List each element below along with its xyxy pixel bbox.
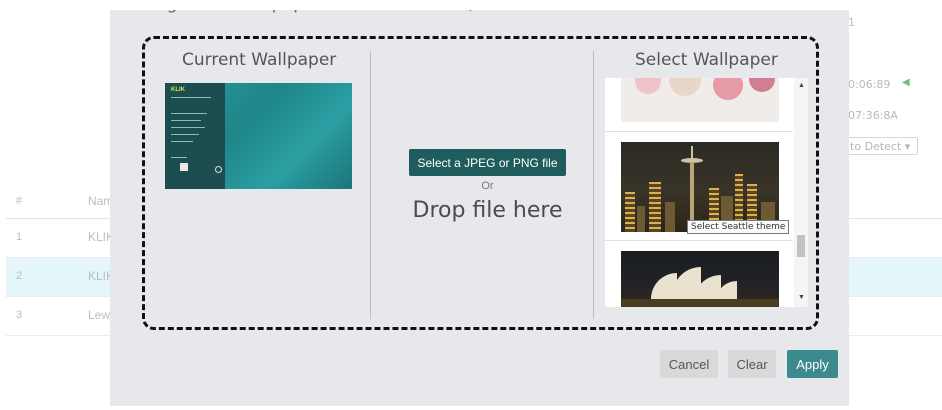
row-name: Lew [88,308,111,322]
column-divider [593,51,594,319]
sydney-thumbnail[interactable] [621,251,779,307]
preview-logo-dot [215,166,222,173]
wallpaper-dialog: Change KLIK wallpaper on KLIK Boks 1A) C… [110,0,849,406]
background-time: 07:36:8A [848,109,898,122]
wallpaper-list[interactable]: Select Seattle theme ▲ ▼ [605,78,808,307]
apply-button[interactable]: Apply [787,350,838,378]
wallpaper-option-flowers[interactable] [605,78,793,132]
column-divider [370,51,371,319]
preview-logo: KLIK [171,87,185,93]
select-file-button[interactable]: Select a JPEG or PNG file [409,149,566,176]
current-wallpaper-preview: KLIK [165,83,352,189]
wallpaper-dropzone[interactable]: Current Wallpaper KLIK Select a JPEG or … [142,36,819,330]
wallpaper-option-sydney[interactable] [605,241,793,307]
clear-button[interactable]: Clear [728,350,776,378]
row-number: 3 [16,309,23,321]
background-stamp: 1 [848,16,855,29]
seattle-thumbnail[interactable] [621,142,779,232]
seattle-tooltip: Select Seattle theme [687,220,790,234]
preview-qr-code [180,163,188,171]
row-number: 1 [16,231,23,243]
scroll-down-icon[interactable]: ▼ [798,294,805,301]
wallpaper-list-scrollbar[interactable]: ▲ ▼ [794,78,808,307]
select-wallpaper-heading: Select Wallpaper [635,50,778,70]
drop-file-text: Drop file here [412,198,563,223]
flowers-thumbnail[interactable] [621,78,779,122]
scrollbar-thumb[interactable] [797,235,805,257]
preview-sidebar: KLIK [165,83,225,189]
row-number: 2 [16,270,23,282]
current-wallpaper-heading: Current Wallpaper [182,50,337,70]
cancel-button[interactable]: Cancel [660,350,718,378]
header-number: # [16,195,23,207]
triangle-left-icon: ◀ [902,77,910,88]
scroll-up-icon[interactable]: ▲ [798,82,805,89]
background-time: 0:06:89 [848,78,891,91]
viewport-top-edge [0,0,942,10]
or-text: Or [481,180,494,192]
